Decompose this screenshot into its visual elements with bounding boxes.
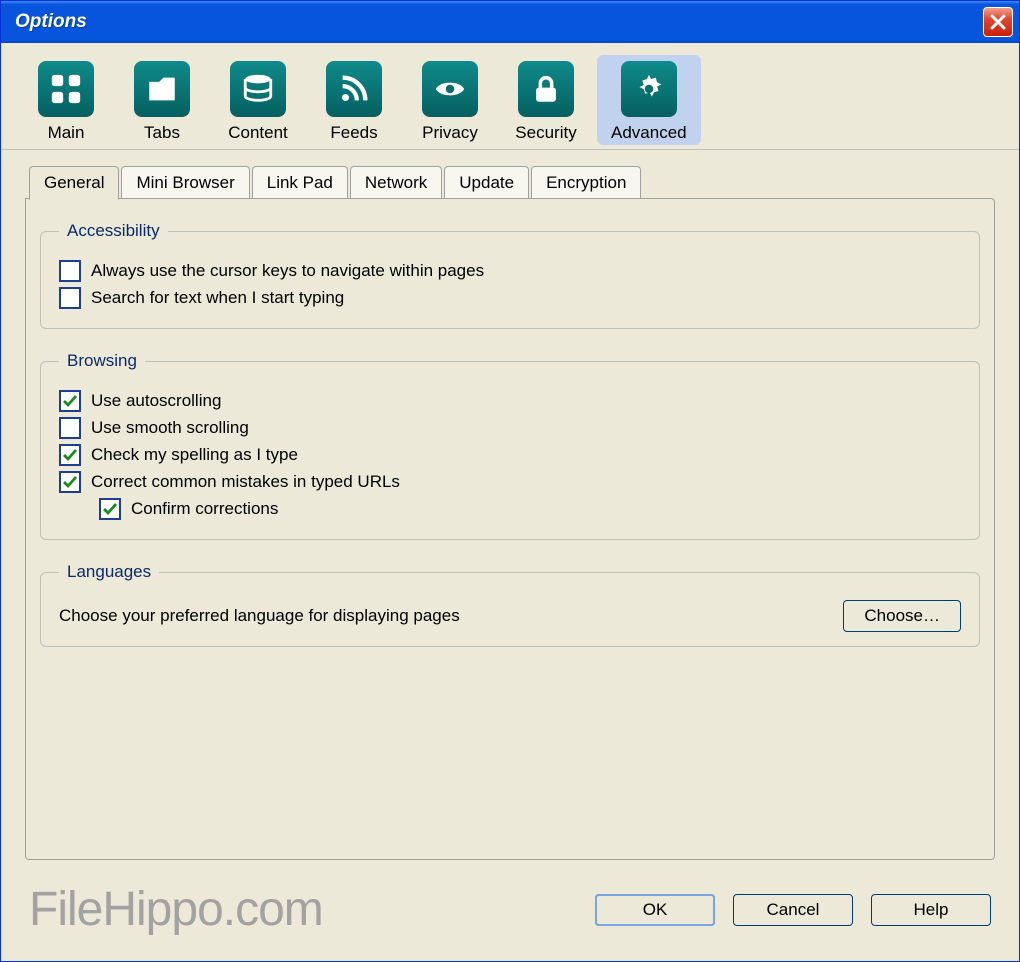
toolbar-item-privacy[interactable]: Privacy — [405, 55, 495, 145]
tab-mini-browser[interactable]: Mini Browser — [121, 166, 249, 199]
tab-label: Link Pad — [267, 173, 333, 192]
lock-icon — [518, 61, 574, 117]
content-area: General Mini Browser Link Pad Network Update… — [1, 150, 1019, 870]
options-window: Options Main Tabs Content Feeds Privacy Secur… — [0, 0, 1020, 962]
toolbar-item-label: Main — [48, 123, 85, 143]
tab-strip: General Mini Browser Link Pad Network Update… — [25, 166, 995, 199]
browsing-legend: Browsing — [59, 351, 145, 371]
option-label: Use smooth scrolling — [91, 418, 249, 438]
checkbox[interactable] — [59, 287, 81, 309]
toolbar-item-label: Security — [515, 123, 576, 143]
checkbox[interactable] — [59, 390, 81, 412]
accessibility-group: Accessibility Always use the cursor keys… — [40, 221, 980, 329]
checkbox[interactable] — [59, 471, 81, 493]
option-row: Check my spelling as I type — [59, 444, 961, 466]
tab-label: Mini Browser — [136, 173, 234, 192]
option-row: Always use the cursor keys to navigate w… — [59, 260, 961, 282]
help-button[interactable]: Help — [871, 894, 991, 926]
gear-icon — [621, 61, 677, 117]
toolbar-item-advanced[interactable]: Advanced — [597, 55, 701, 145]
close-button[interactable] — [983, 7, 1013, 37]
browsing-group: Browsing Use autoscrolling Use smooth scr… — [40, 351, 980, 540]
title-bar: Options — [1, 1, 1019, 43]
tab-encryption[interactable]: Encryption — [531, 166, 641, 199]
option-label: Correct common mistakes in typed URLs — [91, 472, 400, 492]
ok-button[interactable]: OK — [595, 894, 715, 926]
checkbox[interactable] — [59, 444, 81, 466]
languages-legend: Languages — [59, 562, 159, 582]
window-title: Options — [15, 11, 87, 33]
tab-network[interactable]: Network — [350, 166, 442, 199]
tab-label: General — [44, 173, 104, 192]
option-label: Use autoscrolling — [91, 391, 221, 411]
checkbox[interactable] — [99, 498, 121, 520]
tab-label: Encryption — [546, 173, 626, 192]
eye-icon — [422, 61, 478, 117]
toolbar-item-label: Privacy — [422, 123, 478, 143]
toolbar-item-content[interactable]: Content — [213, 55, 303, 145]
toolbar-item-feeds[interactable]: Feeds — [309, 55, 399, 145]
tab-label: Update — [459, 173, 514, 192]
option-row: Search for text when I start typing — [59, 287, 961, 309]
tab-label: Network — [365, 173, 427, 192]
cancel-button[interactable]: Cancel — [733, 894, 853, 926]
checkbox[interactable] — [59, 417, 81, 439]
tab-page-general: Accessibility Always use the cursor keys… — [25, 198, 995, 860]
option-row: Use smooth scrolling — [59, 417, 961, 439]
tab-icon — [134, 61, 190, 117]
option-row: Confirm corrections — [99, 498, 961, 520]
languages-group: Languages Choose your preferred language… — [40, 562, 980, 647]
checkbox[interactable] — [59, 260, 81, 282]
toolbar-item-main[interactable]: Main — [21, 55, 111, 145]
toolbar-item-label: Advanced — [611, 123, 687, 143]
toolbar-item-label: Feeds — [330, 123, 377, 143]
stack-icon — [230, 61, 286, 117]
close-icon — [990, 14, 1006, 30]
accessibility-legend: Accessibility — [59, 221, 168, 241]
choose-language-button[interactable]: Choose… — [843, 600, 961, 632]
option-row: Correct common mistakes in typed URLs — [59, 471, 961, 493]
tab-link-pad[interactable]: Link Pad — [252, 166, 348, 199]
option-label: Check my spelling as I type — [91, 445, 298, 465]
rss-icon — [326, 61, 382, 117]
toolbar-item-security[interactable]: Security — [501, 55, 591, 145]
dialog-footer: FileHippo.com OK Cancel Help — [1, 870, 1019, 961]
toolbar-item-label: Content — [228, 123, 288, 143]
toolbar-item-tabs[interactable]: Tabs — [117, 55, 207, 145]
option-label: Confirm corrections — [131, 499, 278, 519]
category-toolbar: Main Tabs Content Feeds Privacy Security Advan… — [1, 43, 1019, 150]
tab-update[interactable]: Update — [444, 166, 529, 199]
languages-text: Choose your preferred language for displ… — [59, 606, 460, 626]
toolbar-item-label: Tabs — [144, 123, 180, 143]
tab-general[interactable]: General — [29, 166, 119, 200]
option-label: Always use the cursor keys to navigate w… — [91, 261, 484, 281]
grid-icon — [38, 61, 94, 117]
option-label: Search for text when I start typing — [91, 288, 344, 308]
watermark-text: FileHippo.com — [29, 882, 323, 937]
option-row: Use autoscrolling — [59, 390, 961, 412]
